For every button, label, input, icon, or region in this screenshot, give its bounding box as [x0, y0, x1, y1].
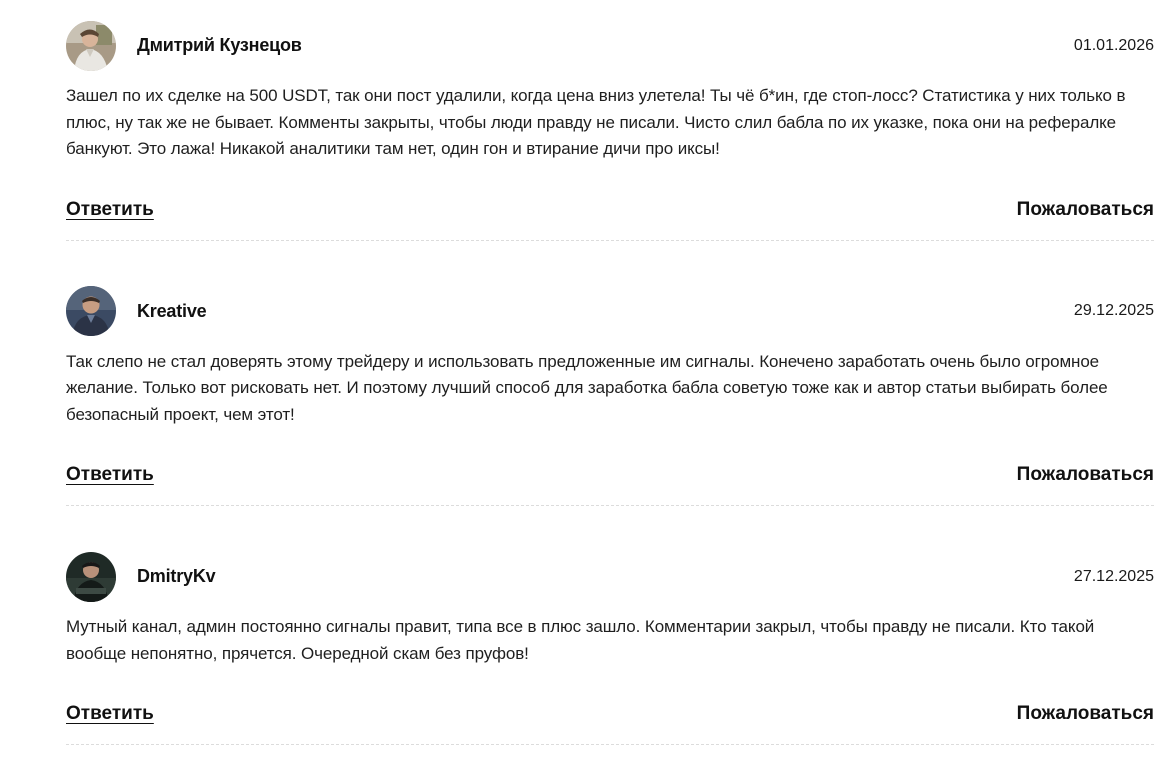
comment-date: 29.12.2025 [1073, 302, 1154, 319]
comments-list: Дмитрий Кузнецов 01.01.2026 Зашел по их … [66, 20, 1154, 745]
complain-link[interactable]: Пожаловаться [1017, 199, 1154, 221]
comment-item: DmitryKv 27.12.2025 Мутный канал, админ … [66, 551, 1154, 745]
user-photo-avatar[interactable] [66, 286, 116, 336]
complain-link[interactable]: Пожаловаться [1017, 703, 1154, 725]
reply-link[interactable]: Ответить [66, 703, 154, 725]
comment-date: 01.01.2026 [1073, 36, 1154, 54]
comment-actions: Ответить Пожаловаться [66, 196, 1154, 224]
comment-actions: Ответить Пожаловаться [66, 461, 1154, 489]
comment-item: Дмитрий Кузнецов 01.01.2026 Зашел по их … [66, 20, 1154, 241]
reply-link[interactable]: Ответить [66, 199, 154, 221]
comment-author: Дмитрий Кузнецов [137, 35, 302, 55]
complain-link[interactable]: Пожаловаться [1017, 464, 1154, 486]
comment-header: Kreative 29.12.2025 [66, 286, 1154, 337]
comment-text: Мутный канал, админ постоянно сигналы пр… [66, 617, 1095, 663]
comment-header: Дмитрий Кузнецов 01.01.2026 [66, 20, 1154, 71]
comment-author: DmitryKv [137, 566, 216, 586]
comment-actions: Ответить Пожаловаться [66, 700, 1154, 728]
avatar-image [66, 286, 116, 336]
comment-text: Зашел по их сделке на 500 USDT, так они … [66, 86, 1126, 158]
comment-date: 27.12.2025 [1073, 567, 1154, 585]
user-photo-avatar[interactable] [66, 551, 116, 602]
user-photo-avatar[interactable] [66, 20, 116, 71]
comment-author: Kreative [137, 300, 207, 321]
avatar-image [66, 551, 116, 602]
comment-text: Так слепо не стал доверять этому трейдер… [66, 351, 1108, 424]
reply-link[interactable]: Ответить [66, 464, 154, 486]
comment-item: Kreative 29.12.2025 Так слепо не стал до… [66, 286, 1154, 506]
avatar-image [66, 20, 116, 71]
comment-header: DmitryKv 27.12.2025 [66, 551, 1154, 602]
